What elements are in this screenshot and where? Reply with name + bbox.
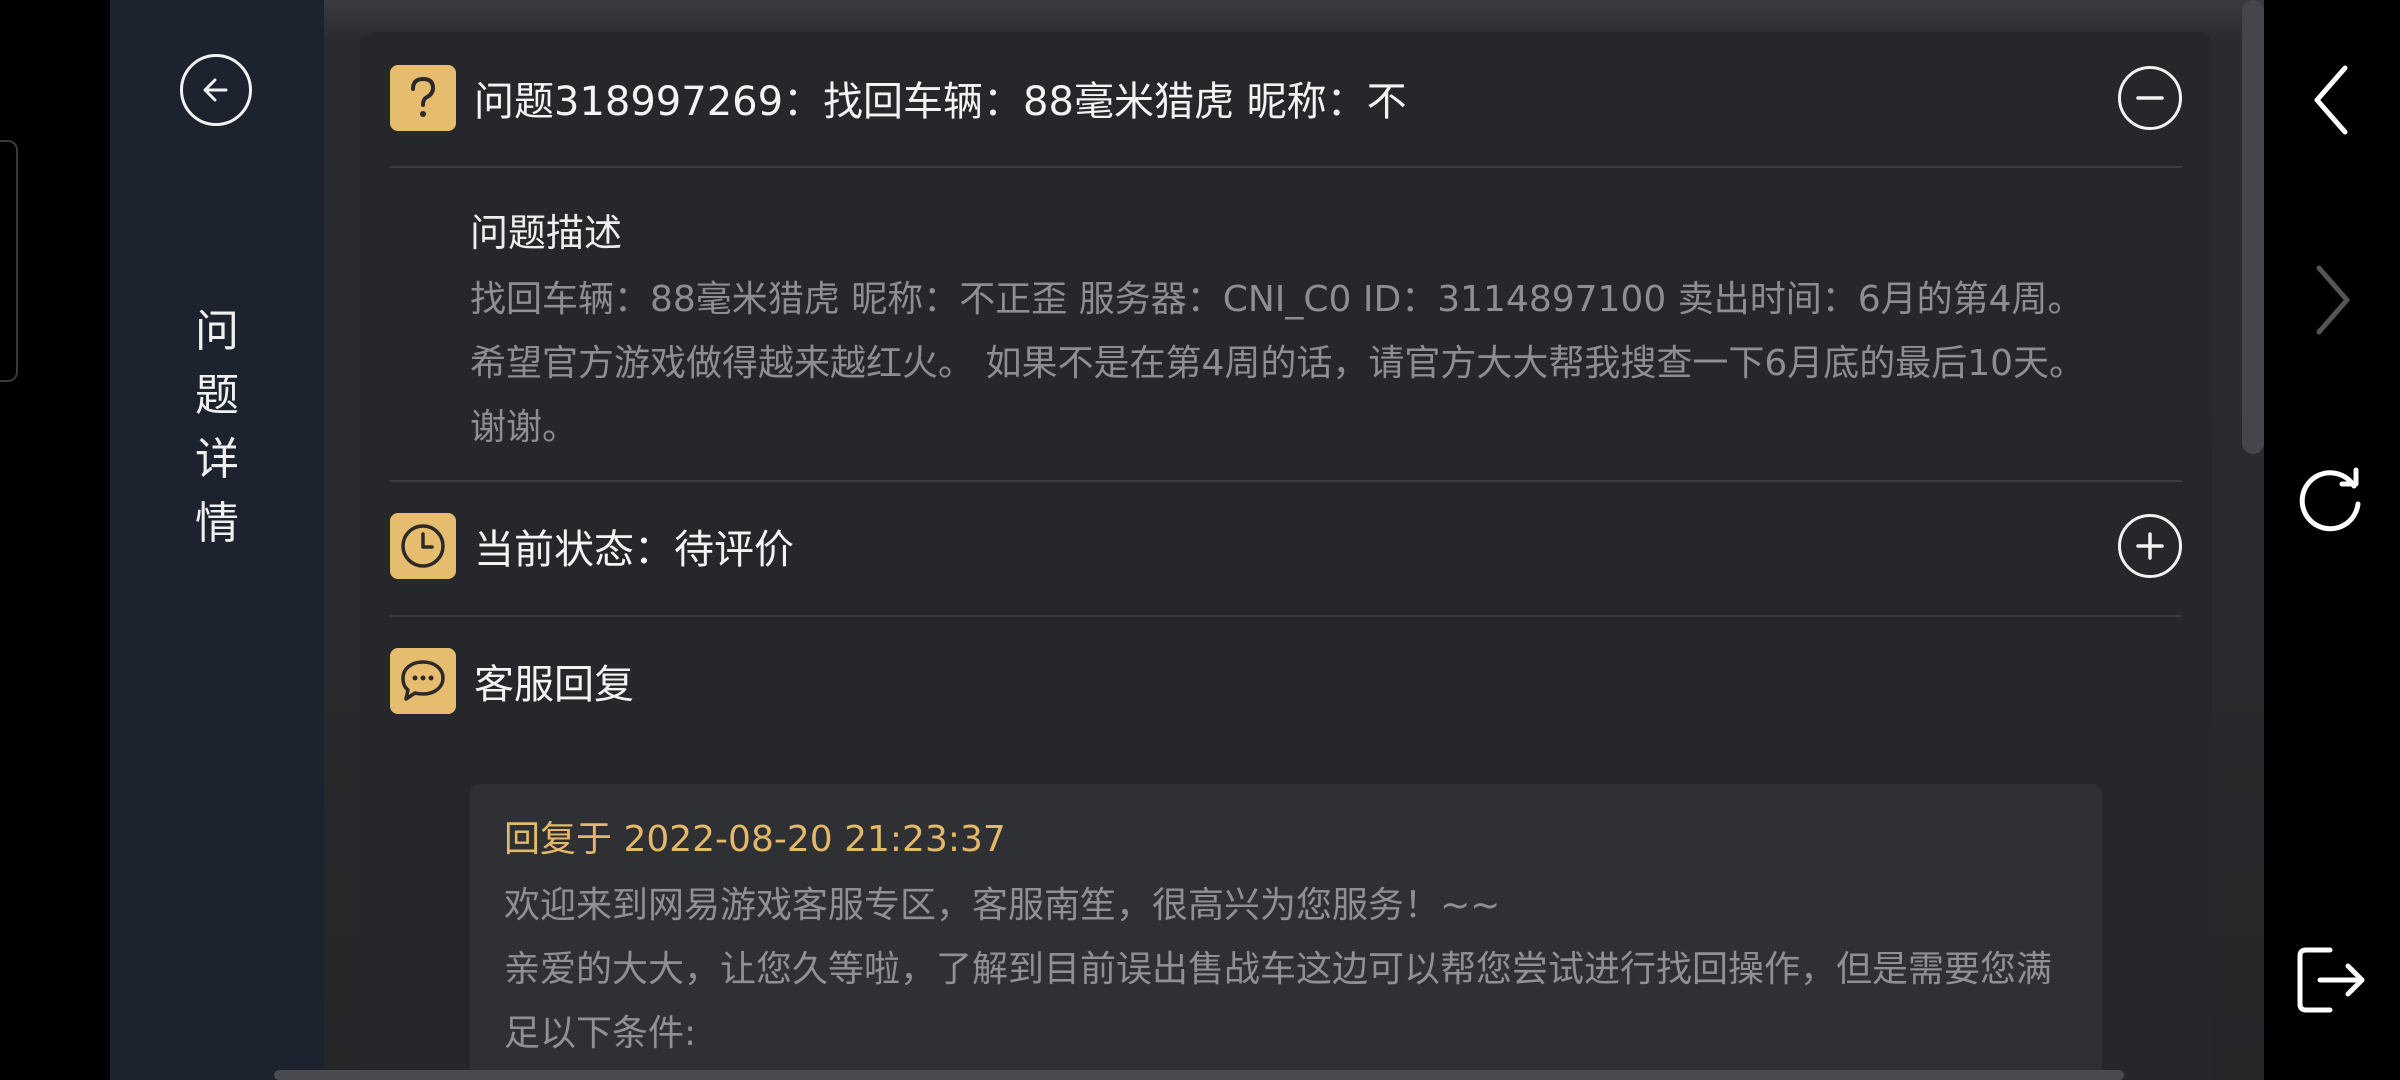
sidebar-title-char: 情 xyxy=(195,498,239,549)
plus-circle-icon xyxy=(2136,532,2164,560)
nav-back-button[interactable] xyxy=(2264,45,2400,155)
sidebar-title: 问 题 详 情 xyxy=(172,300,262,556)
question-icon xyxy=(390,65,456,131)
clock-icon xyxy=(390,513,456,579)
edge-gesture-handle[interactable] xyxy=(0,140,18,382)
back-button[interactable] xyxy=(180,54,252,126)
minus-circle-icon xyxy=(2136,96,2164,100)
exit-icon xyxy=(2297,947,2365,1013)
collapse-question-button[interactable] xyxy=(2118,66,2182,130)
reply-line: 欢迎来到网易游戏客服专区，客服南笙，很高兴为您服务！~~ xyxy=(504,885,1501,926)
expand-status-button[interactable] xyxy=(2118,514,2182,578)
sidebar-title-char: 详 xyxy=(195,434,239,485)
nav-forward-button[interactable] xyxy=(2264,245,2400,355)
sidebar-title-char: 题 xyxy=(195,370,239,421)
right-nav-bar xyxy=(2264,0,2400,1080)
status-header[interactable]: 当前状态：待评价 xyxy=(390,513,2182,579)
sidebar-title-char: 问 xyxy=(195,306,239,357)
question-title: 问题318997269：找回车辆：88毫米猎虎 昵称：不 xyxy=(474,79,1407,125)
reply-header: 客服回复 xyxy=(390,648,2182,714)
sidebar: 问 题 详 情 xyxy=(110,0,324,1080)
horizontal-scrollbar[interactable] xyxy=(274,1070,2124,1080)
reply-message: 回复于 2022-08-20 21:23:37 欢迎来到网易游戏客服专区，客服南… xyxy=(470,784,2102,1080)
question-detail-card: 问题318997269：找回车辆：88毫米猎虎 昵称：不 问题描述 找回车辆：8… xyxy=(360,32,2212,1080)
reply-line: 亲爱的大大，让您久等啦，了解到目前误出售战车这边可以帮您尝试进行找回操作，但是需… xyxy=(504,949,2053,1054)
main-content: 问题318997269：找回车辆：88毫米猎虎 昵称：不 问题描述 找回车辆：8… xyxy=(324,0,2264,1080)
nav-refresh-button[interactable] xyxy=(2264,445,2400,555)
vertical-scrollbar[interactable] xyxy=(2242,0,2264,454)
forward-arrow-icon xyxy=(2316,265,2350,335)
status-title: 当前状态：待评价 xyxy=(474,527,794,573)
description-label: 问题描述 xyxy=(470,211,623,255)
divider xyxy=(390,480,2182,482)
reply-timestamp: 回复于 2022-08-20 21:23:37 xyxy=(504,819,1006,860)
description-text: 找回车辆：88毫米猎虎 昵称：不正歪 服务器：CNI_C0 ID：3114897… xyxy=(470,279,2086,448)
divider xyxy=(390,615,2182,617)
reply-body: 欢迎来到网易游戏客服专区，客服南笙，很高兴为您服务！~~ 亲爱的大大，让您久等啦… xyxy=(504,874,2084,1066)
nav-exit-button[interactable] xyxy=(2264,925,2400,1035)
question-header[interactable]: 问题318997269：找回车辆：88毫米猎虎 昵称：不 xyxy=(390,65,2182,131)
refresh-icon xyxy=(2299,467,2361,532)
back-arrow-icon xyxy=(203,78,228,102)
chat-bubble-icon xyxy=(390,648,456,714)
divider xyxy=(390,166,2182,168)
reply-section-title: 客服回复 xyxy=(474,662,634,708)
back-arrow-icon xyxy=(2314,65,2348,135)
